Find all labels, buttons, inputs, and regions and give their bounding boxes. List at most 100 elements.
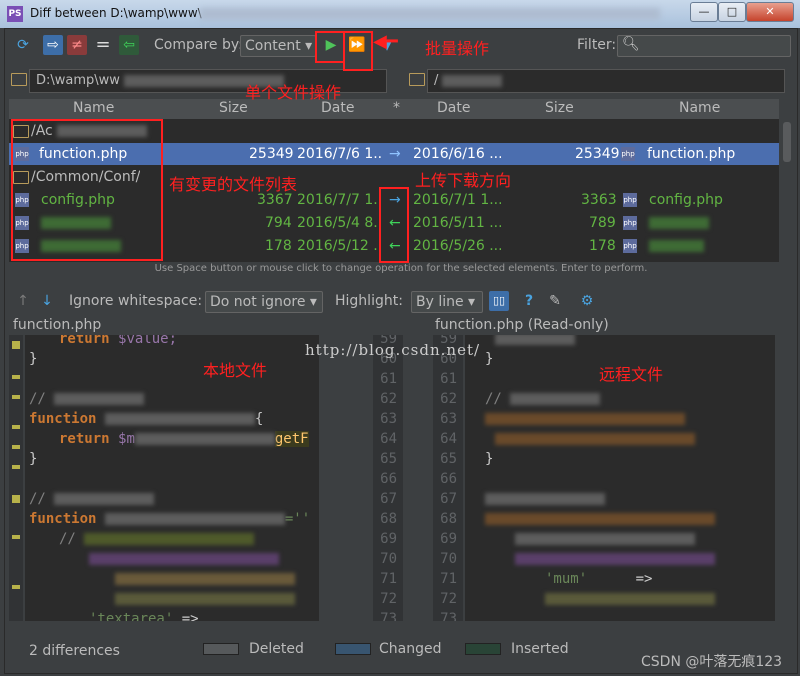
- line-number: 62: [380, 391, 397, 407]
- minimize-button[interactable]: —: [690, 2, 718, 22]
- maximize-button[interactable]: □: [718, 2, 746, 22]
- highlight-select[interactable]: By line ▾: [411, 291, 483, 313]
- line-number: 71: [440, 571, 457, 587]
- line-number: 67: [380, 491, 397, 507]
- left-path-text: D:\wamp\ww: [36, 73, 120, 88]
- search-icon: 🔍︎: [622, 36, 640, 52]
- php-file-icon-right: php: [623, 193, 637, 207]
- code-line: [485, 489, 605, 509]
- edit-icon[interactable]: ✎: [545, 291, 565, 311]
- line-number: 61: [380, 371, 397, 387]
- upload-arrow-icon[interactable]: →: [389, 143, 401, 165]
- inserted-legend-swatch: [465, 643, 501, 655]
- file-list-scrollbar[interactable]: [781, 120, 793, 262]
- filter-input[interactable]: 🔍︎: [617, 35, 791, 57]
- code-line: [495, 429, 695, 449]
- inserted-legend-label: Inserted: [511, 641, 569, 657]
- left-file-date: 2016/5/12 ...: [297, 238, 383, 254]
- php-file-icon-right: php: [621, 147, 635, 161]
- show-left-only-icon[interactable]: ⇦: [119, 35, 139, 55]
- line-number: 73: [380, 611, 397, 621]
- code-line: [115, 569, 295, 589]
- next-diff-icon[interactable]: ↓: [37, 291, 57, 311]
- code-line: 'textarea' =>: [89, 611, 199, 621]
- diff-toolbar: ↑ ↓ Ignore whitespace: Do not ignore ▾ H…: [5, 287, 797, 315]
- diff-marker: [12, 465, 20, 469]
- left-file-title: function.php: [13, 317, 102, 333]
- previous-diff-icon[interactable]: ↑: [13, 291, 33, 311]
- annotation-arrow-batch: ◀━: [373, 31, 398, 52]
- line-number: 73: [440, 611, 457, 621]
- code-line: [89, 549, 279, 569]
- diff-marker: [12, 535, 20, 539]
- code-line: //: [29, 389, 145, 409]
- blurred-title-region: [200, 8, 660, 20]
- line-number: 68: [440, 511, 457, 527]
- line-number: 69: [380, 531, 397, 547]
- equal-icon[interactable]: =: [93, 35, 113, 55]
- blog-watermark: http://blog.csdn.net/: [305, 341, 481, 359]
- not-equal-icon[interactable]: ≠: [67, 35, 87, 55]
- right-file-size: 789: [589, 215, 616, 231]
- ignore-whitespace-select[interactable]: Do not ignore ▾: [205, 291, 323, 313]
- compare-by-value: Content: [245, 38, 301, 54]
- main-toolbar: ⟳ ⇨ ≠ = ⇦ Compare by: Content ▾ ▶ ⏩ ▼ Fi…: [5, 29, 797, 61]
- right-file-name: config.php: [649, 192, 723, 208]
- line-number: 71: [380, 571, 397, 587]
- line-number: 70: [440, 551, 457, 567]
- show-different-icon[interactable]: ⇨: [43, 35, 63, 55]
- ignore-whitespace-value: Do not ignore: [210, 294, 306, 310]
- help-icon[interactable]: ?: [519, 291, 539, 311]
- diff-marker: [12, 341, 20, 349]
- code-line: [545, 589, 715, 609]
- highlight-label: Highlight:: [335, 293, 403, 309]
- right-file-date: 2016/6/16 ...: [413, 146, 501, 162]
- scrollbar-thumb[interactable]: [783, 122, 791, 162]
- right-file-size: 3363: [581, 192, 617, 208]
- refresh-icon[interactable]: ⟳: [13, 35, 33, 55]
- right-path-input[interactable]: /: [427, 69, 785, 93]
- code-line: function ='': [29, 511, 311, 527]
- line-number: 64: [380, 431, 397, 447]
- code-line: //: [59, 529, 255, 549]
- right-line-numbers: 59 60 61 62 63 64 65 66 67 68 69 70 71 72 73: [433, 335, 463, 621]
- line-number: 63: [380, 411, 397, 427]
- diff-marker: [12, 495, 20, 503]
- settings-gear-icon[interactable]: ⚙: [577, 291, 597, 311]
- code-line: [515, 549, 715, 569]
- col-left-name[interactable]: Name: [73, 100, 114, 116]
- left-editor[interactable]: return $value; } // function { return $m…: [25, 335, 319, 621]
- left-file-size: 25349: [249, 146, 294, 162]
- col-left-size[interactable]: Size: [219, 100, 248, 116]
- code-line: }: [485, 451, 494, 467]
- code-line: function {: [29, 411, 264, 427]
- col-right-date[interactable]: Date: [437, 100, 470, 116]
- file-list-header: Name Size Date * Date Size Name: [9, 99, 779, 120]
- diff-marker: [12, 585, 20, 589]
- annotation-single: 单个文件操作: [245, 83, 342, 102]
- left-file-date: 2016/5/4 8...: [297, 215, 383, 231]
- close-button[interactable]: ✕: [746, 2, 794, 22]
- changed-files-highlight: [11, 119, 163, 261]
- line-number: 65: [440, 451, 457, 467]
- left-marker-gutter: [9, 335, 23, 621]
- code-line: 'mum' =>: [545, 571, 653, 587]
- code-line: [495, 335, 575, 349]
- compare-by-select[interactable]: Content ▾: [240, 35, 316, 57]
- changed-legend-label: Changed: [379, 641, 442, 657]
- col-right-name[interactable]: Name: [679, 100, 720, 116]
- left-line-numbers: 59 60 61 62 63 64 65 66 67 68 69 70 71 72 73: [373, 335, 403, 621]
- folder-icon-right: [409, 73, 425, 86]
- deleted-legend-swatch: [203, 643, 239, 655]
- right-path-text: /: [434, 73, 439, 88]
- filter-label: Filter:: [577, 37, 617, 53]
- code-line: return $m getF: [59, 431, 309, 447]
- changed-legend-swatch: [335, 643, 371, 655]
- window-title: Diff between D:\wamp\www\: [30, 6, 202, 20]
- left-file-size: 178: [265, 238, 292, 254]
- col-right-size[interactable]: Size: [545, 100, 574, 116]
- right-file-size: 178: [589, 238, 616, 254]
- left-file-date: 2016/7/7 1...: [297, 192, 383, 208]
- col-op[interactable]: *: [393, 100, 400, 116]
- side-by-side-icon[interactable]: ▯▯: [489, 291, 509, 311]
